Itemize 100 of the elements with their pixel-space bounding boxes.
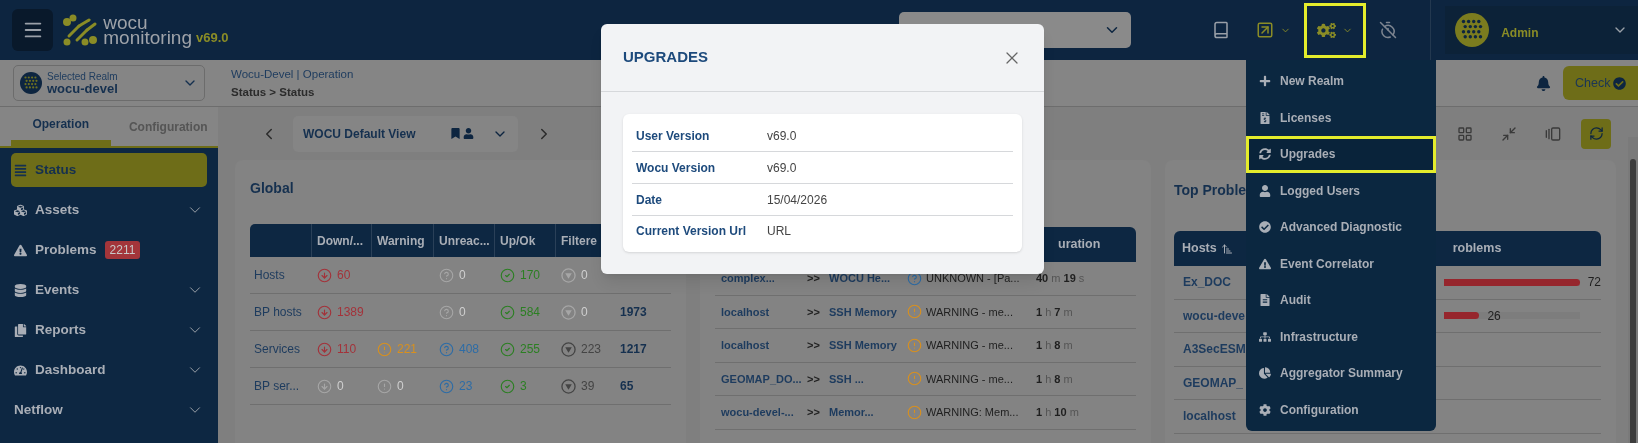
exclamation-circle-icon <box>907 371 922 387</box>
sidebar-item[interactable]: Events <box>11 273 207 307</box>
menu-item[interactable]: Upgrades <box>1246 136 1436 173</box>
total-value: 1973 <box>619 304 648 321</box>
menu-item[interactable]: Aggregator Summary <box>1246 355 1436 392</box>
sidebar-item[interactable]: Netflow <box>11 393 207 427</box>
exclamation-circle-icon <box>907 304 922 320</box>
version-label: v69.0 <box>196 30 229 45</box>
count-value: 221 <box>397 341 418 358</box>
host-link[interactable]: localhost <box>721 303 807 320</box>
pie-chart-icon <box>1259 367 1271 380</box>
status-output: WARNING: Mem... <box>925 405 1020 420</box>
count-value: 0 <box>459 267 466 284</box>
count-value: 0 <box>581 304 588 321</box>
user-menu-button[interactable]: Admin <box>1445 6 1638 54</box>
question-circle-icon <box>439 304 454 320</box>
menu-button[interactable] <box>12 9 54 51</box>
host-link[interactable]: wocu-devel-... <box>721 404 807 421</box>
settings-icon <box>1259 403 1271 416</box>
sidebar-item[interactable]: Problems 2211 <box>11 233 207 267</box>
arrow-down-circle-icon <box>317 304 332 320</box>
card-title: Top Proble <box>1174 181 1247 200</box>
service-link[interactable]: SSH Memory <box>829 303 907 320</box>
refresh-button[interactable] <box>1581 118 1611 149</box>
row-label: Hosts <box>253 267 286 284</box>
grid-icon[interactable] <box>1457 125 1473 142</box>
column-header: Up/Ok <box>500 232 536 250</box>
field-label: Date <box>635 191 663 209</box>
database-icon <box>14 283 27 297</box>
user-avatar <box>1455 13 1490 47</box>
menu-item[interactable]: Licenses <box>1246 99 1436 136</box>
gears-icon <box>1317 20 1337 40</box>
column-header: Down/... <box>317 232 363 250</box>
check-circle-icon <box>500 341 515 357</box>
breadcrumb: Status > Status <box>231 85 316 100</box>
separator: >> <box>807 405 821 420</box>
exclamation-circle-icon <box>907 404 922 420</box>
view-select[interactable]: WOCU Default View <box>293 115 518 152</box>
column-header: Unreac... <box>439 232 490 250</box>
service-link[interactable]: SSH Memory <box>829 337 907 354</box>
filter-circle-icon <box>561 304 576 320</box>
separator: >> <box>807 371 821 387</box>
external-link-icon <box>1256 21 1275 39</box>
bell-icon <box>1536 75 1551 91</box>
refresh-icon <box>1588 126 1604 141</box>
arrow-down-circle-icon <box>317 341 332 357</box>
exclamation-circle-icon <box>377 378 392 394</box>
host-link[interactable]: GEOMAP_DO... <box>721 370 807 387</box>
status-output: WARNING - me... <box>925 371 1014 387</box>
service-link[interactable]: Memor... <box>829 404 907 421</box>
host-link[interactable]: complex... <box>721 270 807 287</box>
logo-text: wocu <box>103 15 148 30</box>
menu-item[interactable]: Infrastructure <box>1246 318 1436 355</box>
count-value: 39 <box>581 378 595 395</box>
row-label: Services <box>253 341 301 358</box>
filter-circle-icon <box>561 378 576 394</box>
column-header: Warning <box>377 232 425 250</box>
logo-icon <box>63 14 100 46</box>
count-value: 0 <box>581 267 588 284</box>
minimize-icon[interactable] <box>1501 125 1517 142</box>
count-value: 255 <box>520 341 541 358</box>
field-value: v69.0 <box>767 159 797 177</box>
count-value: 584 <box>520 304 541 321</box>
sort-icon[interactable] <box>1220 242 1233 255</box>
menu-item[interactable]: Logged Users <box>1246 172 1436 209</box>
menu-item[interactable]: Audit <box>1246 282 1436 319</box>
separator: >> <box>807 271 821 286</box>
menu-item[interactable]: Configuration <box>1246 391 1436 428</box>
sidebar-item[interactable]: Status <box>11 153 207 187</box>
sidebar-item[interactable]: Assets <box>11 193 207 227</box>
service-link[interactable]: WOCU He... <box>829 270 907 287</box>
service-link[interactable]: SSH ... <box>829 370 907 387</box>
field-value: v69.0 <box>767 127 797 145</box>
exclamation-circle-icon <box>907 337 922 353</box>
status-output: WARNING - me... <box>925 304 1014 320</box>
document-icon <box>14 323 27 337</box>
total-value: 1217 <box>619 341 648 358</box>
count-value: 223 <box>581 341 602 358</box>
warning-icon <box>1259 257 1271 270</box>
toolbar-button[interactable] <box>1304 2 1367 58</box>
refresh-icon <box>1259 148 1271 161</box>
check-button[interactable]: Check <box>1563 66 1638 100</box>
total-value: 65 <box>619 378 635 395</box>
count-value: 23 <box>459 378 473 395</box>
cards-icon[interactable] <box>1545 125 1561 142</box>
warning-icon <box>14 243 27 257</box>
realm-select[interactable]: Selected Realm wocu-devel <box>13 65 205 101</box>
count-value: 3 <box>520 378 527 395</box>
host-link[interactable]: localhost <box>721 337 807 354</box>
sidebar-item[interactable]: Dashboard <box>11 353 207 387</box>
document-icon <box>1259 294 1271 307</box>
gauge-icon <box>14 363 27 377</box>
list-icon <box>14 163 27 177</box>
check-circle-icon <box>500 267 515 283</box>
count-value: 0 <box>459 304 466 321</box>
sidebar-item[interactable]: Reports <box>11 313 207 347</box>
check-circle-icon <box>500 378 515 394</box>
status-output: WARNING - me... <box>925 338 1014 353</box>
status-output: UNKNOWN - [Pa... <box>925 271 1021 286</box>
menu-item[interactable]: New Realm <box>1246 63 1436 100</box>
